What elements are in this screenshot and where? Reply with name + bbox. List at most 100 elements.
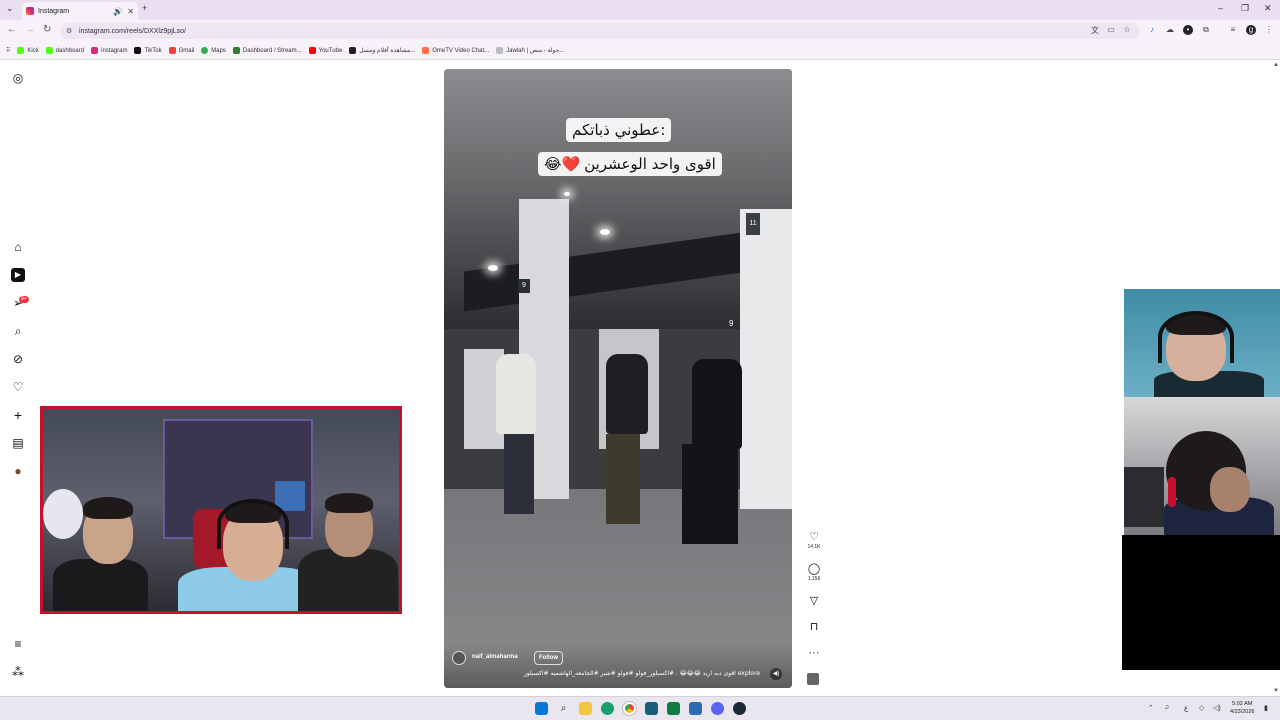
file-explorer-icon[interactable] <box>579 702 592 715</box>
tray-chevron-icon[interactable]: ⌃ <box>1148 704 1154 712</box>
app-icon[interactable] <box>645 702 658 715</box>
room-object <box>43 489 83 539</box>
reel-description[interactable]: اقوى ذبه اريد 😂😂😂 . #اكسبلور_فولو #فولو … <box>490 670 760 677</box>
site-info-icon[interactable]: ⚙ <box>66 27 74 35</box>
create-icon[interactable]: + <box>11 408 25 422</box>
bookmark-item[interactable]: TikTok <box>134 47 162 54</box>
volume-icon[interactable]: ◁) <box>1213 704 1221 712</box>
reload-icon[interactable]: ↻ <box>43 24 51 35</box>
system-clock[interactable]: 5:02 AM 4/23/2026 <box>1230 700 1254 716</box>
profile-avatar[interactable]: ● <box>11 464 25 478</box>
dancer-legs <box>682 444 738 544</box>
scroll-up-arrow[interactable]: ▲ <box>1273 62 1279 68</box>
like-count: 14.1K <box>807 544 821 550</box>
comment-button[interactable]: ◯ 1,156 <box>806 563 822 582</box>
notifications-icon[interactable]: ♡ <box>11 380 25 394</box>
extension-icon[interactable]: • <box>1183 25 1193 35</box>
bookmark-item[interactable]: Gmail <box>168 47 194 54</box>
original-audio-thumbnail[interactable] <box>807 673 819 685</box>
ceiling-light <box>600 229 610 235</box>
language-indicator[interactable]: ع <box>1184 704 1188 712</box>
author-username[interactable]: naif_almaharma <box>472 654 518 660</box>
close-window-button[interactable]: ✕ <box>1264 3 1272 14</box>
reel-video[interactable]: 11 9 9 عطوني ذباتكم: 😂❤️ اقوى واحد الوعش… <box>444 69 792 688</box>
translate-icon[interactable]: 文 <box>1090 25 1100 35</box>
like-button[interactable]: ♡ 14.1K <box>806 531 822 550</box>
search-taskbar-icon[interactable]: ⌕ <box>557 702 570 715</box>
new-tab-button[interactable]: + <box>142 3 147 13</box>
back-icon[interactable]: ← <box>7 24 17 35</box>
meta-apps-icon[interactable]: ⁂ <box>11 665 25 679</box>
dancer-tracksuit <box>692 359 742 449</box>
explore-icon[interactable]: ⊘ <box>11 352 25 366</box>
chrome-icon[interactable] <box>622 701 637 716</box>
notification-icon[interactable]: ▮ <box>1264 704 1268 712</box>
chair <box>1124 467 1164 527</box>
caption-line-1: عطوني ذباتكم: <box>566 118 672 142</box>
edge-icon[interactable] <box>601 702 614 715</box>
media-icon[interactable]: ♪ <box>1147 25 1157 35</box>
tab-search-icon[interactable]: ⌄ <box>6 3 14 14</box>
bookmark-star-icon[interactable]: ☆ <box>1122 25 1132 35</box>
more-options-button[interactable]: ··· <box>806 647 822 659</box>
webcam-middle-right <box>1124 397 1280 535</box>
follow-button[interactable]: Follow <box>534 651 563 665</box>
pump-number-right: 9 <box>729 319 734 328</box>
more-menu-icon[interactable]: ≡ <box>11 637 25 651</box>
instagram-logo-icon[interactable]: ◎ <box>11 71 25 85</box>
extensions-puzzle-icon[interactable]: ⧉ <box>1201 25 1211 35</box>
bookmarks-bar: ⠿ Kick dashboard instagram TikTok Gmail … <box>0 42 1280 60</box>
webcam-overlay-group <box>40 406 402 614</box>
mute-icon[interactable]: ◀) <box>770 668 782 680</box>
app-icon[interactable] <box>667 702 680 715</box>
apps-grid-icon[interactable]: ⠿ <box>6 47 10 54</box>
instagram-favicon-icon <box>26 7 34 15</box>
pillar <box>740 209 792 509</box>
bookmark-item[interactable]: instagram <box>91 47 127 54</box>
minimize-button[interactable]: – <box>1218 3 1223 13</box>
browser-menu-icon[interactable]: ⋮ <box>1264 25 1274 35</box>
discord-icon[interactable] <box>711 702 724 715</box>
extension-cloud-icon[interactable]: ☁ <box>1165 25 1175 35</box>
person-hair <box>325 493 373 513</box>
scroll-down-arrow[interactable]: ▼ <box>1273 688 1279 694</box>
steam-icon[interactable] <box>733 702 746 715</box>
start-icon[interactable] <box>535 702 548 715</box>
webcam-top-right <box>1124 289 1280 397</box>
home-icon[interactable]: ⌂ <box>11 240 25 254</box>
more-dots-icon: ··· <box>808 647 820 659</box>
wifi-icon[interactable]: ◇ <box>1199 704 1204 712</box>
pillar-sign: 11 <box>746 213 760 235</box>
reading-list-icon[interactable]: ≡ <box>1228 25 1238 35</box>
profile-avatar-browser[interactable]: g <box>1246 25 1256 35</box>
save-button[interactable]: ⊓ <box>806 621 822 633</box>
author-avatar[interactable] <box>452 651 466 665</box>
comment-icon: ◯ <box>807 563 821 575</box>
bookmark-item[interactable]: مشاهدة أفلام ومسل... <box>349 47 415 54</box>
app-icon[interactable] <box>689 702 702 715</box>
microphone-icon[interactable]: ♫ <box>1164 704 1169 711</box>
messages-badge: 9+ <box>19 296 29 303</box>
cast-icon[interactable]: ▭ <box>1106 25 1116 35</box>
bookmark-item[interactable]: YouTube <box>308 47 342 54</box>
bookmark-item[interactable]: Jawlah | جولة - منص... <box>496 47 564 54</box>
bookmark-icon: ⊓ <box>809 621 819 633</box>
forward-icon[interactable]: → <box>25 24 35 35</box>
bookmark-item[interactable]: Maps <box>201 47 226 54</box>
close-tab-icon[interactable]: ✕ <box>127 7 134 16</box>
comment-count: 1,156 <box>807 576 821 582</box>
bookmark-item[interactable]: OmeTV Video Chat... <box>422 47 489 54</box>
reels-icon[interactable]: ▶ <box>11 268 25 282</box>
dashboard-icon[interactable]: ▤ <box>11 436 25 450</box>
dancer-legs <box>606 434 640 524</box>
speaker-icon[interactable]: 🔊 <box>113 7 123 16</box>
bookmark-item[interactable]: Dashboard / Stream... <box>232 47 302 54</box>
address-bar[interactable]: ⚙ instagram.com/reels/DXXlz9pjLso/ <box>60 23 1140 39</box>
search-icon[interactable]: ⌕ <box>11 324 25 338</box>
person-shirt <box>53 559 148 611</box>
restore-button[interactable]: ❐ <box>1241 3 1249 14</box>
share-button[interactable]: ▽ <box>806 595 822 607</box>
bookmark-item[interactable]: dashboard <box>45 47 84 54</box>
tab-instagram[interactable]: Instagram 🔊 ✕ <box>22 2 138 20</box>
bookmark-item[interactable]: Kick <box>17 47 39 54</box>
